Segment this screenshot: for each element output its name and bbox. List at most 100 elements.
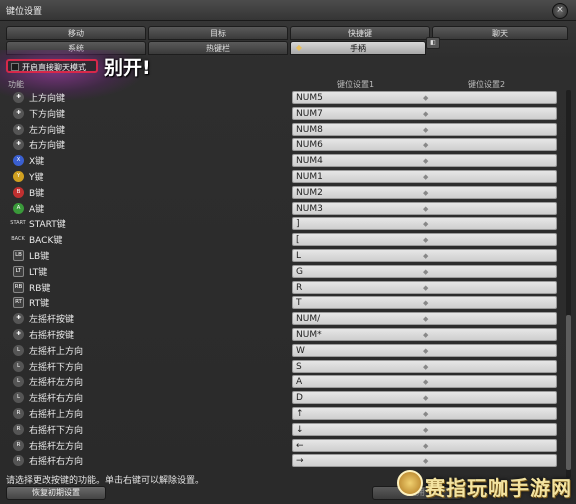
binding-slot-2-empty-marker[interactable]: ◆ [423, 376, 428, 388]
binding-slot-1[interactable]: NUM2 ◆ [292, 185, 557, 199]
binding-row[interactable]: LB LB键 L ◆ [0, 248, 560, 263]
binding-row[interactable]: R 右摇杆左方向 ← ◆ [0, 438, 560, 453]
binding-row[interactable]: ✚ 下方向键 NUM7 ◆ [0, 106, 560, 121]
binding-slot-2-empty-marker[interactable]: ◆ [423, 313, 428, 325]
binding-slot-1[interactable]: NUM3 ◆ [292, 201, 557, 215]
binding-slot-1[interactable]: NUM4 ◆ [292, 154, 557, 168]
binding-function-label: 左摇杆右方向 [29, 394, 84, 405]
tab-target[interactable]: 目标 [148, 26, 288, 40]
direct-chat-mode-toggle[interactable]: 开启直接聊天模式 [6, 59, 98, 73]
binding-row[interactable]: A A键 NUM3 ◆ [0, 201, 560, 216]
close-button[interactable]: × [552, 3, 568, 19]
binding-row[interactable]: X X键 NUM4 ◆ [0, 153, 560, 168]
scrollbar-thumb[interactable] [566, 315, 571, 470]
binding-slot-2-empty-marker[interactable]: ◆ [423, 282, 428, 294]
binding-slot-1[interactable]: NUM6 ◆ [292, 138, 557, 152]
binding-slot-2-empty-marker[interactable]: ◆ [423, 329, 428, 341]
binding-function-label: 右摇杆上方向 [29, 410, 84, 420]
binding-function-label: B键 [29, 188, 45, 199]
binding-row[interactable]: L 左摇杆左方向 A ◆ [0, 374, 560, 389]
binding-row[interactable]: R 右摇杆上方向 ↑ ◆ [0, 406, 560, 421]
binding-slot-2-empty-marker[interactable]: ◆ [423, 392, 428, 404]
binding-slot-2-empty-marker[interactable]: ◆ [423, 440, 428, 452]
binding-row[interactable]: LT LT键 G ◆ [0, 264, 560, 279]
binding-row[interactable]: R 右摇杆下方向 ↓ ◆ [0, 422, 560, 437]
reset-defaults-button[interactable]: 恢复初期设置 [6, 486, 106, 500]
binding-slot-2-empty-marker[interactable]: ◆ [423, 266, 428, 278]
binding-slot-1[interactable]: L ◆ [292, 249, 557, 262]
binding-slot-1[interactable]: ] ◆ [292, 217, 557, 231]
rb-button-icon: RB [13, 281, 24, 293]
binding-slot-1-value: NUM3 [296, 203, 323, 214]
binding-slot-1[interactable]: S ◆ [292, 359, 557, 373]
tab-gamepad[interactable]: ◆ 手柄 [290, 41, 426, 55]
panel-toggle-button[interactable]: ◧ [426, 37, 440, 49]
binding-slot-1[interactable]: ← ◆ [292, 438, 557, 452]
binding-function-label: 右摇杆左方向 [29, 441, 84, 452]
binding-slot-2-empty-marker[interactable]: ◆ [423, 155, 428, 167]
binding-slot-1[interactable]: W ◆ [292, 343, 557, 357]
binding-slot-1[interactable]: [◆ [292, 233, 557, 247]
binding-slot-2-empty-marker[interactable]: ◆ [423, 124, 428, 136]
binding-slot-1[interactable]: NUM1 ◆ [292, 170, 557, 183]
binding-row[interactable]: L 左摇杆上方向 W ◆ [0, 343, 560, 358]
binding-row[interactable]: R 右摇杆右方向 → ◆ [0, 453, 560, 468]
binding-slot-1[interactable]: → ◆ [292, 454, 557, 468]
binding-slot-2-empty-marker[interactable]: ◆ [423, 455, 428, 467]
binding-slot-1[interactable]: NUM7 ◆ [292, 106, 557, 120]
binding-row[interactable]: B B键 NUM2 ◆ [0, 185, 560, 200]
binding-slot-2-empty-marker[interactable]: ◆ [423, 424, 428, 436]
binding-slot-1[interactable]: ↓ ◆ [292, 422, 557, 436]
binding-slot-1[interactable]: A ◆ [292, 375, 557, 389]
binding-slot-2-empty-marker[interactable]: ◆ [423, 361, 428, 373]
binding-slot-1[interactable]: R ◆ [292, 280, 557, 294]
binding-row[interactable]: START START键] ◆ [0, 216, 560, 231]
binding-slot-2-empty-marker[interactable]: ◆ [423, 218, 428, 230]
binding-row[interactable]: ✚ 上方向键 NUM5 ◆ [0, 90, 560, 105]
binding-row[interactable]: ✚ 左方向键 NUM8 ◆ [0, 122, 560, 137]
binding-function-label: 左方向键 [29, 125, 66, 136]
binding-function-label: 右摇杆下方向 [29, 425, 84, 436]
binding-slot-2-empty-marker[interactable]: ◆ [423, 345, 428, 357]
binding-slot-2-empty-marker[interactable]: ◆ [423, 408, 428, 420]
instruction-text: 请选择更改按键的功能。单击右键可以解除设置。 [6, 476, 205, 486]
binding-slot-1[interactable]: NUM8 ◆ [292, 122, 557, 136]
tab-movement[interactable]: 移动 [6, 26, 146, 40]
binding-slot-1[interactable]: T ◆ [292, 296, 557, 310]
binding-slot-1[interactable]: NUM/ ◆ [292, 312, 557, 326]
b-button-icon: B [13, 186, 24, 198]
right-stick-right-icon: R [13, 455, 24, 467]
binding-slot-1[interactable]: NUM5 ◆ [292, 91, 557, 104]
binding-function-label: LB键 [29, 252, 50, 262]
back-button-icon: BACK [11, 236, 25, 243]
direct-chat-checkbox[interactable] [11, 63, 19, 71]
binding-row[interactable]: ✚ 左摇杆按键 NUM/ ◆ [0, 311, 560, 326]
binding-row[interactable]: BACK BACK键[◆ [0, 232, 560, 247]
tab-shortcuts[interactable]: 快捷键 [290, 26, 430, 40]
binding-slot-1[interactable]: D ◆ [292, 391, 557, 405]
binding-slot-2-empty-marker[interactable]: ◆ [423, 297, 428, 309]
scrollbar[interactable] [566, 90, 571, 478]
binding-slot-1[interactable]: NUM* ◆ [292, 328, 557, 341]
binding-slot-2-empty-marker[interactable]: ◆ [423, 250, 428, 262]
binding-slot-2-empty-marker[interactable]: ◆ [423, 234, 428, 246]
binding-slot-2-empty-marker[interactable]: ◆ [423, 203, 428, 215]
binding-row[interactable]: Y Y键 NUM1 ◆ [0, 169, 560, 184]
binding-slot-2-empty-marker[interactable]: ◆ [423, 171, 428, 183]
binding-row[interactable]: RT RT键 T ◆ [0, 295, 560, 310]
binding-slot-2-empty-marker[interactable]: ◆ [423, 187, 428, 199]
tab-hotbar[interactable]: 热键栏 [148, 41, 288, 55]
binding-slot-2-empty-marker[interactable]: ◆ [423, 108, 428, 120]
binding-slot-1[interactable]: G ◆ [292, 264, 557, 278]
start-button-icon: START [10, 220, 26, 227]
binding-row[interactable]: L 左摇杆右方向 D ◆ [0, 390, 560, 405]
binding-row[interactable]: ✚ 右方向键 NUM6 ◆ [0, 137, 560, 152]
binding-slot-1-value: NUM5 [296, 93, 323, 103]
binding-row[interactable]: RB RB键 R ◆ [0, 280, 560, 295]
binding-row[interactable]: L 左摇杆下方向 S ◆ [0, 359, 560, 374]
tab-chat[interactable]: 聊天 [432, 26, 568, 40]
binding-row[interactable]: ✚ 右摇杆按键 NUM* ◆ [0, 327, 560, 342]
binding-slot-2-empty-marker[interactable]: ◆ [423, 139, 428, 151]
binding-slot-1[interactable]: ↑ ◆ [292, 407, 557, 420]
binding-slot-2-empty-marker[interactable]: ◆ [423, 92, 428, 104]
